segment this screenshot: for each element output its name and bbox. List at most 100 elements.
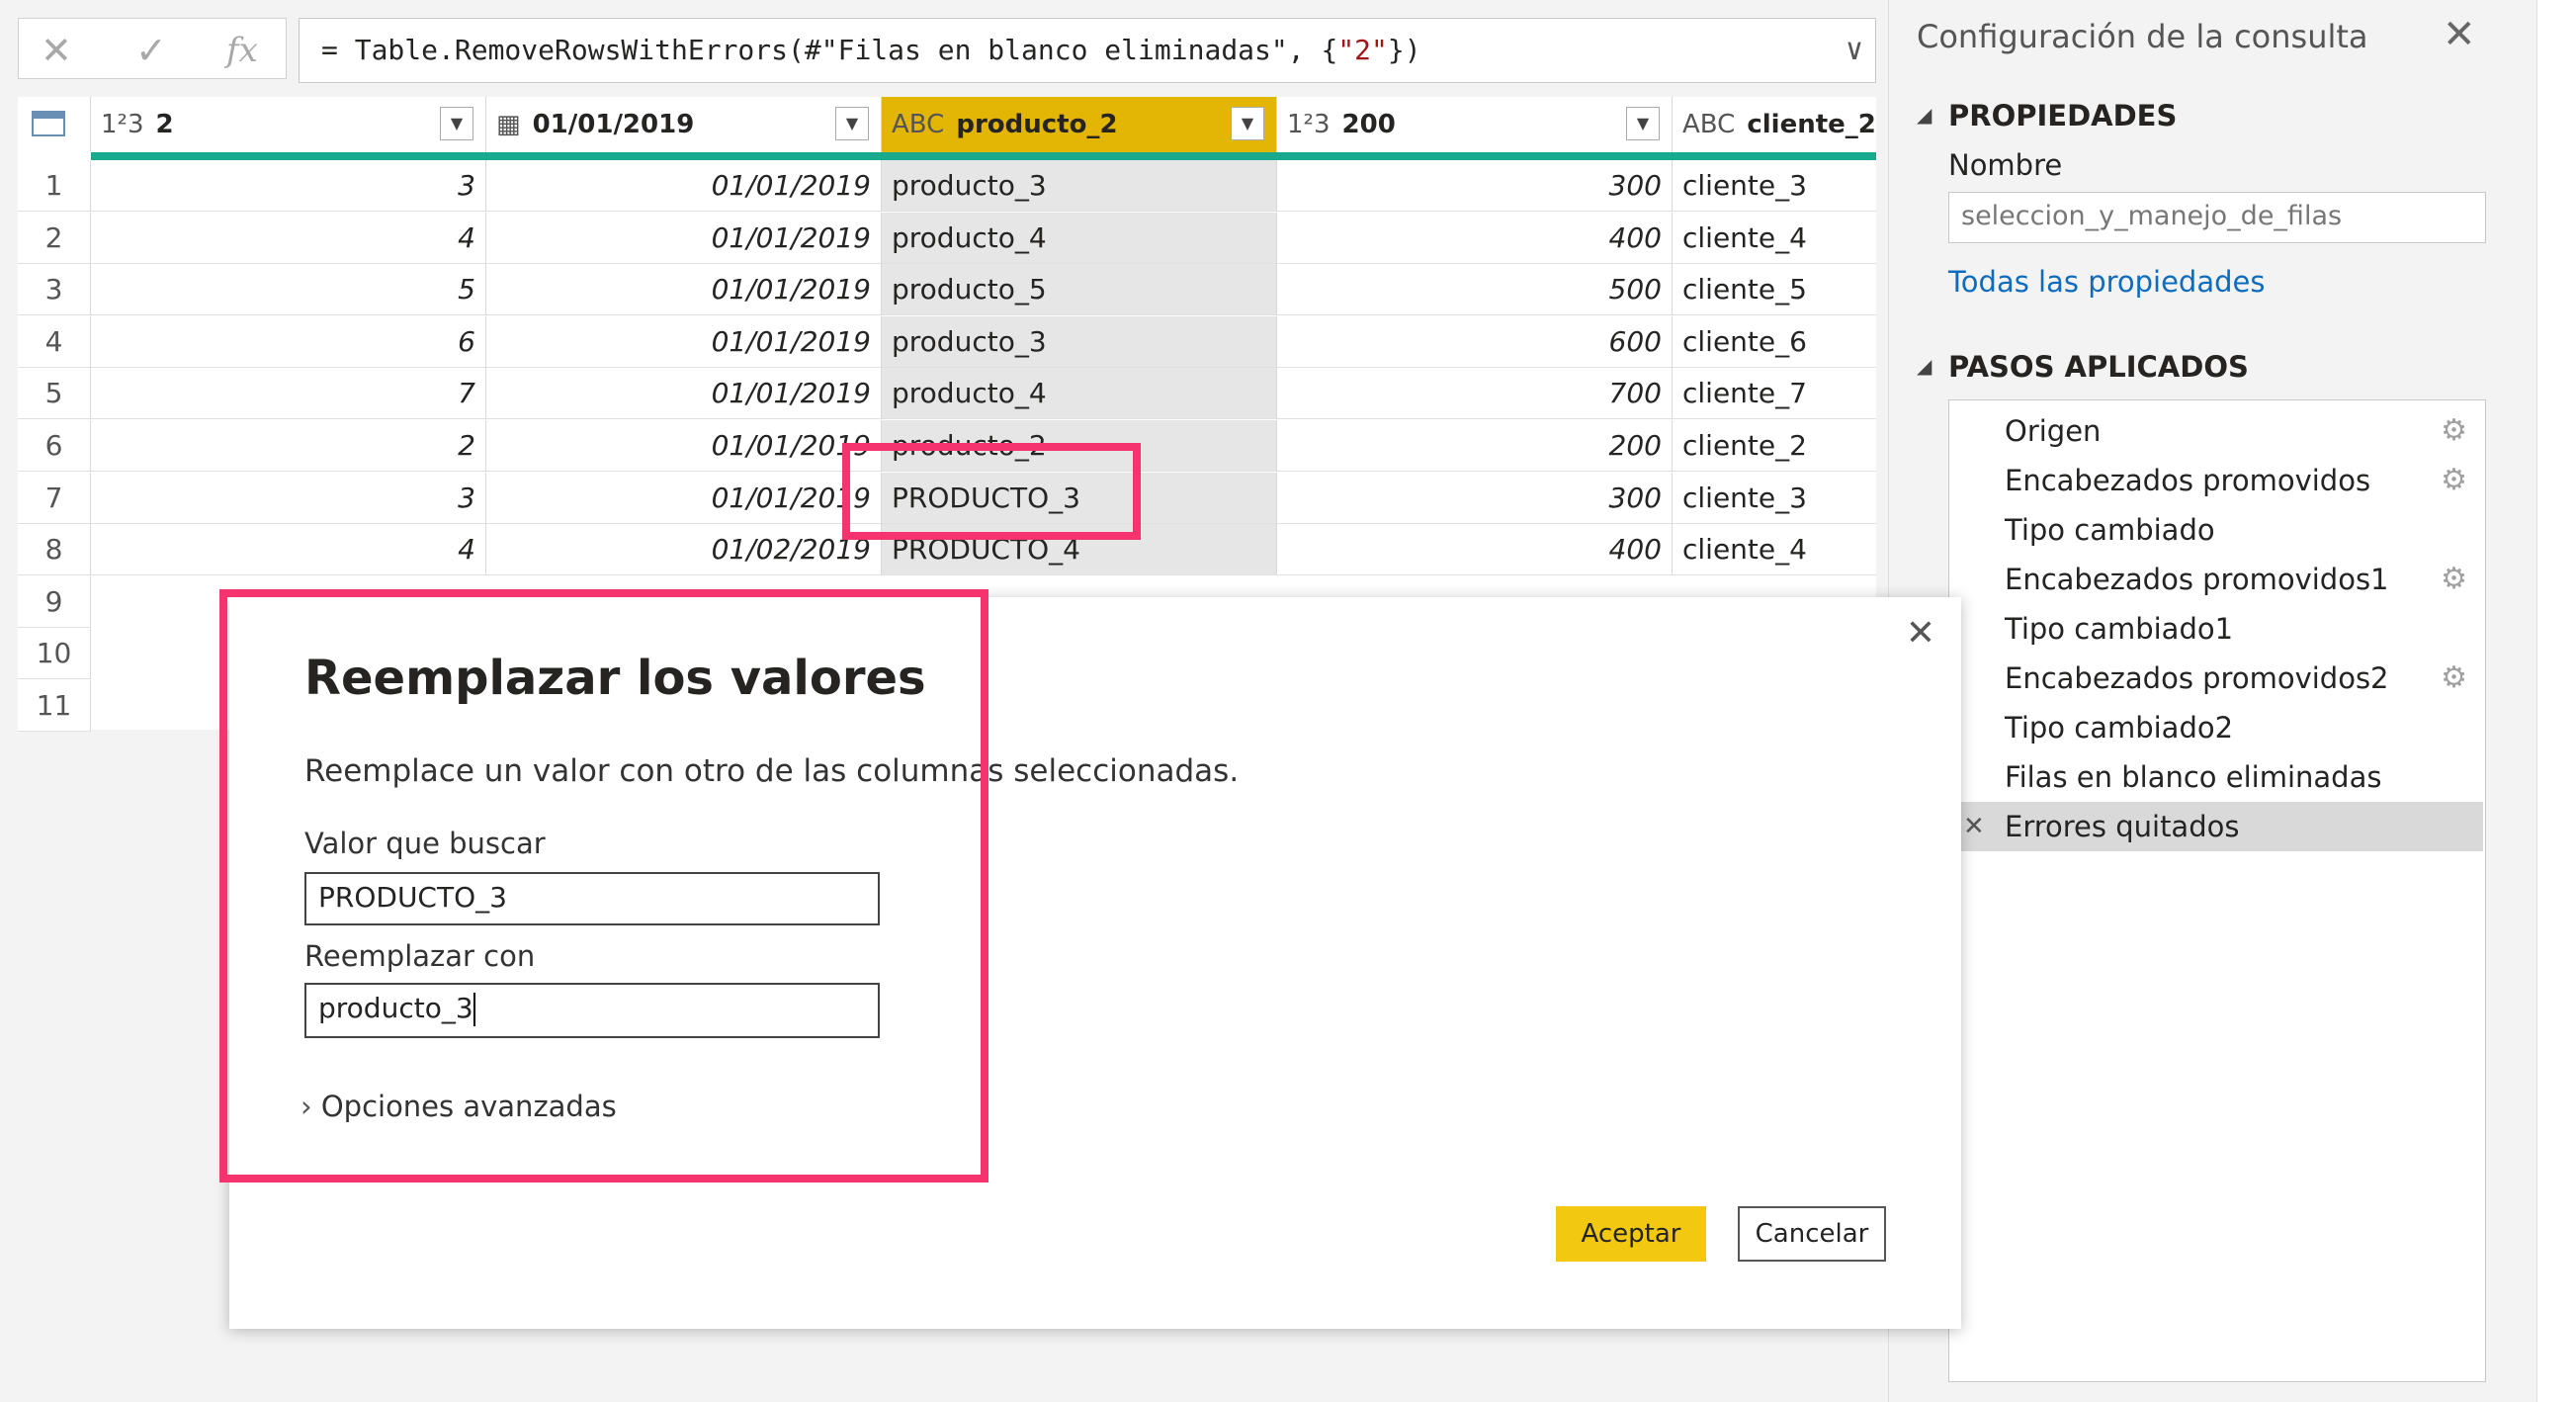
table-cell[interactable]: 600	[1277, 315, 1673, 368]
row-number[interactable]: 5	[18, 368, 91, 420]
table-cell[interactable]: producto_4	[882, 368, 1277, 420]
close-icon[interactable]: ✕	[2443, 12, 2476, 57]
table-cell[interactable]: 700	[1277, 368, 1673, 420]
gear-icon[interactable]: ⚙	[2441, 406, 2467, 456]
applied-step[interactable]: Tipo cambiado	[1949, 505, 2483, 555]
table-cell[interactable]: producto_4	[882, 212, 1277, 264]
column-header-200[interactable]: 1²3 200 ▼	[1277, 97, 1673, 152]
gear-icon[interactable]: ⚙	[2441, 555, 2467, 604]
row-number[interactable]: 1	[18, 160, 91, 212]
applied-step[interactable]: Filas en blanco eliminadas	[1949, 752, 2483, 802]
row-number[interactable]: 3	[18, 264, 91, 316]
text-type-icon[interactable]: ABC	[892, 110, 944, 139]
table-cell[interactable]: cliente_7	[1673, 368, 1876, 420]
table-cell[interactable]: 01/01/2019	[486, 315, 882, 368]
row-number[interactable]: 9	[18, 575, 91, 628]
whole-number-type-icon[interactable]: 1²3	[1287, 110, 1331, 139]
applied-step[interactable]: Tipo cambiado2	[1949, 703, 2483, 752]
table-cell[interactable]: cliente_3	[1673, 160, 1876, 212]
applied-step[interactable]: Encabezados promovidos2 ⚙	[1949, 654, 2483, 703]
applied-step[interactable]: Encabezados promovidos ⚙	[1949, 456, 2483, 505]
applied-step[interactable]: Tipo cambiado1	[1949, 604, 2483, 654]
column-filter-dropdown[interactable]: ▼	[440, 107, 473, 140]
query-name-input[interactable]: seleccion_y_manejo_de_filas	[1948, 192, 2486, 243]
fx-icon[interactable]: fx	[226, 31, 258, 70]
whole-number-type-icon[interactable]: 1²3	[101, 110, 144, 139]
close-icon[interactable]: ✕	[1906, 613, 1935, 654]
table-cell[interactable]: 01/01/2019	[486, 212, 882, 264]
table-cell[interactable]: 400	[1277, 524, 1673, 576]
collapse-triangle-icon[interactable]: ◢	[1917, 103, 1932, 127]
column-header-label: producto_2	[956, 110, 1118, 139]
column-header-producto-2[interactable]: ABC producto_2 ▼	[882, 97, 1277, 152]
table-cell[interactable]: 01/01/2019	[486, 160, 882, 212]
table-cell[interactable]: 01/01/2019	[486, 472, 882, 524]
table-menu-corner[interactable]	[18, 97, 91, 152]
table-cell[interactable]: producto_3	[882, 160, 1277, 212]
column-filter-dropdown[interactable]: ▼	[1626, 107, 1660, 140]
text-type-icon[interactable]: ABC	[1682, 110, 1735, 139]
gear-icon[interactable]: ⚙	[2441, 654, 2467, 703]
table-cell[interactable]: 7	[91, 368, 486, 420]
table-cell[interactable]: 01/01/2019	[486, 420, 882, 472]
row-number[interactable]: 4	[18, 315, 91, 368]
table-cell[interactable]: 01/02/2019	[486, 524, 882, 576]
formula-controls: ✕ ✓ fx	[18, 18, 287, 79]
column-filter-dropdown[interactable]: ▼	[1231, 107, 1264, 140]
table-cell[interactable]: 6	[91, 315, 486, 368]
column-header-2[interactable]: 1²3 2 ▼	[91, 97, 486, 152]
table-cell[interactable]: 01/01/2019	[486, 264, 882, 316]
column-filter-dropdown[interactable]: ▼	[835, 107, 869, 140]
table-cell[interactable]: cliente_5	[1673, 264, 1876, 316]
all-properties-link[interactable]: Todas las propiedades	[1948, 265, 2265, 299]
table-cell[interactable]: cliente_4	[1673, 212, 1876, 264]
row-number[interactable]: 7	[18, 472, 91, 524]
formula-bar[interactable]: = Table.RemoveRowsWithErrors(#"Filas en …	[299, 18, 1876, 83]
table-cell[interactable]: 300	[1277, 160, 1673, 212]
row-number[interactable]: 6	[18, 420, 91, 472]
highlight-box-cell	[842, 443, 1141, 540]
table-cell[interactable]: 3	[91, 160, 486, 212]
delete-step-icon[interactable]: ✕	[1963, 802, 1985, 851]
cancel-formula-icon[interactable]: ✕	[41, 29, 72, 72]
formula-prefix: = Table.RemoveRowsWithErrors(#	[321, 34, 821, 66]
table-cell[interactable]: 3	[91, 472, 486, 524]
table-cell[interactable]: 01/01/2019	[486, 368, 882, 420]
chevron-down-icon[interactable]: ∨	[1846, 19, 1863, 82]
applied-steps-list: Origen ⚙ Encabezados promovidos ⚙ Tipo cambi…	[1948, 399, 2486, 1382]
table-cell[interactable]: cliente_3	[1673, 472, 1876, 524]
table-cell[interactable]: cliente_2	[1673, 420, 1876, 472]
row-number[interactable]: 8	[18, 524, 91, 576]
applied-step[interactable]: Origen ⚙	[1949, 406, 2483, 456]
cancel-button[interactable]: Cancelar	[1738, 1206, 1886, 1262]
applied-step[interactable]: Encabezados promovidos1 ⚙	[1949, 555, 2483, 604]
row-number[interactable]: 10	[18, 628, 91, 680]
formula-column-ref: "2"	[1337, 34, 1388, 66]
commit-formula-icon[interactable]: ✓	[135, 29, 167, 72]
ok-button[interactable]: Aceptar	[1556, 1206, 1706, 1262]
table-cell[interactable]: 4	[91, 524, 486, 576]
table-cell[interactable]: 300	[1277, 472, 1673, 524]
applied-step[interactable]: ✕ Errores quitados	[1949, 802, 2483, 851]
collapse-triangle-icon[interactable]: ◢	[1917, 354, 1932, 378]
date-type-icon[interactable]: ▦	[496, 110, 521, 139]
column-header-label: 200	[1341, 110, 1396, 139]
table-cell[interactable]: 200	[1277, 420, 1673, 472]
gear-icon[interactable]: ⚙	[2441, 456, 2467, 505]
table-cell[interactable]: cliente_4	[1673, 524, 1876, 576]
table-cell[interactable]: producto_3	[882, 315, 1277, 368]
table-cell[interactable]: 2	[91, 420, 486, 472]
applied-step-label: Tipo cambiado1	[2005, 612, 2234, 646]
table-cell[interactable]: 4	[91, 212, 486, 264]
table-cell[interactable]: 500	[1277, 264, 1673, 316]
formula-step-ref: "Filas en blanco eliminadas"	[820, 34, 1288, 66]
column-header-cliente-2[interactable]: ABC cliente_2	[1673, 97, 1876, 152]
row-number[interactable]: 2	[18, 212, 91, 264]
table-cell[interactable]: producto_5	[882, 264, 1277, 316]
row-number[interactable]: 11	[18, 680, 91, 732]
table-cell[interactable]: 400	[1277, 212, 1673, 264]
table-cell[interactable]: 5	[91, 264, 486, 316]
table-cell[interactable]: cliente_6	[1673, 315, 1876, 368]
side-strip	[2536, 0, 2576, 1402]
column-header-date[interactable]: ▦ 01/01/2019 ▼	[486, 97, 882, 152]
